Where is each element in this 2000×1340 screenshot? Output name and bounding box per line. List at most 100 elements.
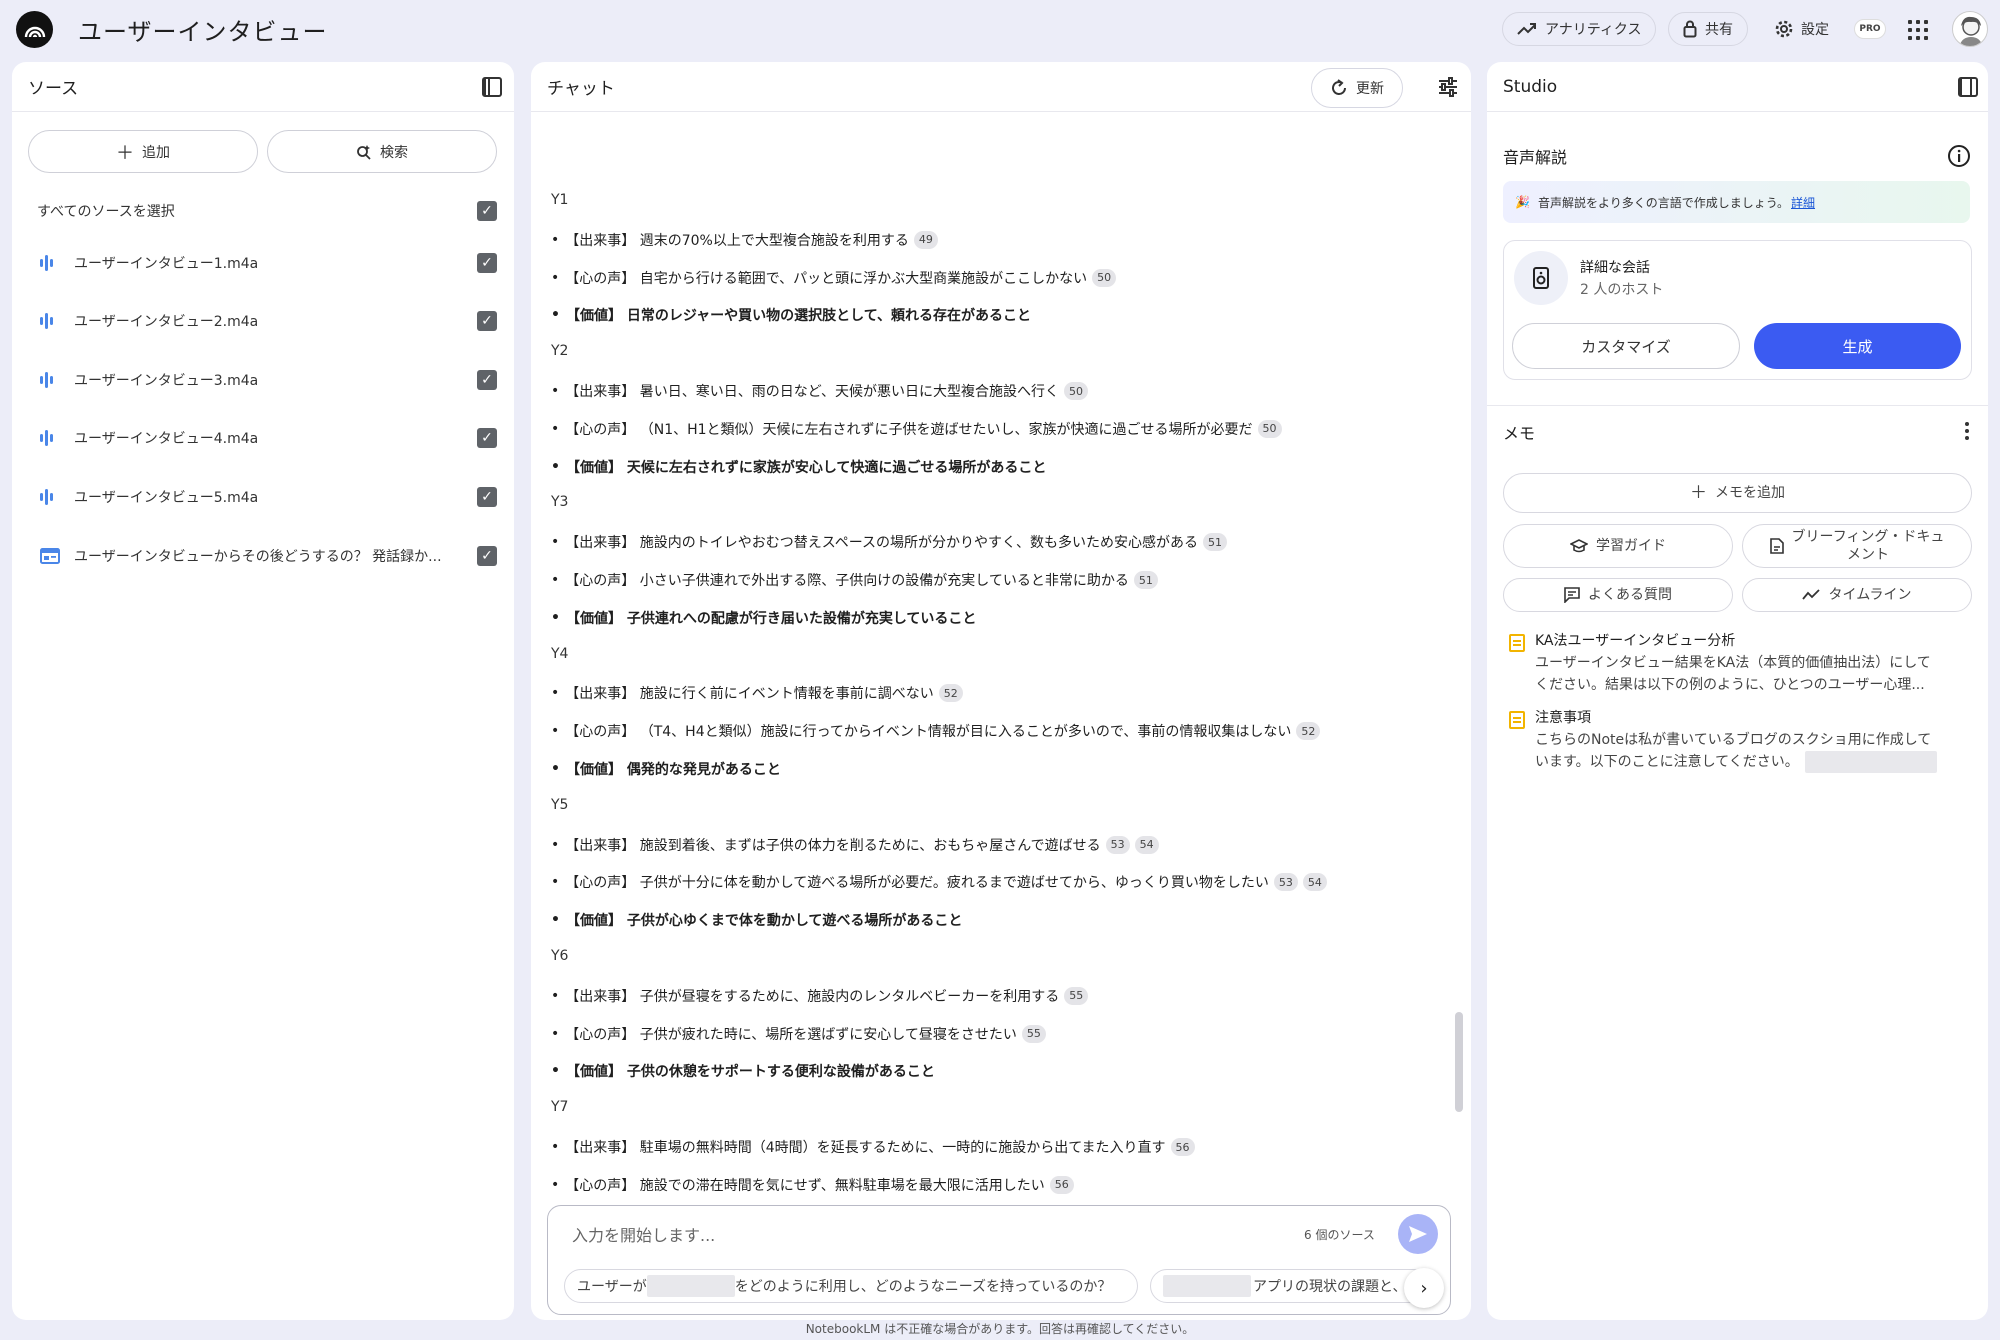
citation-badge[interactable]: 52 — [1296, 722, 1321, 741]
select-all-row[interactable]: すべてのソースを選択 — [37, 198, 497, 224]
timeline-label: タイムライン — [1828, 587, 1912, 603]
source-item-label: ユーザーインタビュー4.m4a — [74, 431, 259, 447]
analytics-button[interactable]: アナリティクス — [1502, 12, 1657, 46]
citation-badge[interactable]: 52 — [938, 684, 963, 703]
citation-badge[interactable]: 53 — [1273, 873, 1298, 892]
line-text: 【心の声】 自宅から行ける範囲で、パッと頭に浮かぶ大型商業施設がここしかない — [565, 270, 1088, 287]
search-source-button[interactable]: 検索 — [267, 130, 497, 173]
suggestion-chip-1[interactable]: ユーザーが をどのように利用し、どのようなニーズを持っているのか？ — [564, 1269, 1138, 1303]
sources-header: ソース — [12, 62, 514, 112]
briefing-line-1: ブリーフィング・ドキュ — [1791, 529, 1945, 545]
collapse-panel-icon[interactable] — [482, 77, 502, 97]
generate-button[interactable]: 生成 — [1754, 323, 1961, 369]
value-line: • 【価値】 日常のレジャーや買い物の選択肢として、頼れる存在があること — [551, 305, 1031, 325]
value-line: • 【価値】 子供連れへの配慮が行き届いた設備が充実していること — [551, 608, 976, 628]
kafu-line: • 【心の声】 施設での滞在時間を気にせず、無料駐車場を最大限に活用したい 56 — [551, 1175, 1074, 1195]
kafu-line: • 【心の声】 自宅から行ける範囲で、パッと頭に浮かぶ大型商業施設がここしかない 5… — [551, 268, 1117, 288]
faq-button[interactable]: よくある質問 — [1503, 578, 1733, 612]
share-label: 共有 — [1705, 22, 1733, 38]
chevron-right-icon[interactable]: › — [1404, 1268, 1444, 1308]
citation-badge[interactable]: 56 — [1049, 1175, 1074, 1194]
memo-note[interactable]: KA法ユーザーインタビュー分析 ユーザーインタビュー結果をKA法（本質的価値抽出… — [1509, 630, 1959, 693]
school-icon — [1570, 539, 1588, 553]
kafu-line: • 【心の声】 （N1、H1と類似）天候に左右されずに子供を遊ばせたいし、家族が快… — [551, 419, 1282, 439]
citation-badge[interactable]: 50 — [1092, 268, 1117, 287]
tune-settings-icon[interactable] — [1437, 76, 1459, 98]
source-checkbox[interactable]: ✓ — [477, 428, 497, 448]
line-text: 【心の声】 子供が十分に体を動かして遊べる場所が必要だ。疲れるまで遊ばせてから、… — [565, 875, 1269, 892]
info-icon[interactable] — [1947, 144, 1971, 168]
bullet: • — [551, 269, 560, 286]
kafu-line: • 【心の声】 子供が疲れた時に、場所を選ばずに安心して昼寝をさせたい 55 — [551, 1024, 1046, 1044]
source-item[interactable]: ユーザーインタビュー1.m4a — [40, 250, 500, 276]
bullet: • — [551, 987, 560, 1004]
audio-file-icon — [40, 253, 60, 273]
source-checkbox[interactable]: ✓ — [477, 487, 497, 507]
avatar[interactable] — [1952, 11, 1988, 47]
line-text: 【出来事】 子供が昼寝をするために、施設内のレンタルベビーカーを利用する — [565, 988, 1060, 1005]
timeline-icon — [1802, 589, 1821, 600]
memo-note[interactable]: 注意事項 こちらのNoteは私が書いているブログのスクショ用に作成して います。… — [1509, 707, 1959, 773]
redacted-block — [1804, 751, 1937, 773]
party-icon: 🎉 — [1515, 195, 1530, 209]
collapse-panel-icon[interactable] — [1958, 77, 1978, 97]
source-checkbox[interactable]: ✓ — [477, 546, 497, 566]
source-checkbox[interactable]: ✓ — [477, 370, 497, 390]
banner-details-link[interactable]: 詳細 — [1791, 194, 1815, 211]
citation-badge[interactable]: 53 — [1105, 835, 1130, 854]
chat-input[interactable]: 入力を開始します... — [572, 1222, 715, 1246]
add-memo-button[interactable]: ＋ メモを追加 — [1503, 473, 1972, 513]
bullet: • — [551, 307, 560, 324]
notebook-title[interactable]: ユーザーインタビュー — [78, 12, 328, 47]
customize-button[interactable]: カスタマイズ — [1512, 323, 1740, 369]
source-item[interactable]: ユーザーインタビューからその後どうするの？ 発話録か... — [40, 543, 500, 569]
source-item[interactable]: ユーザーインタビュー2.m4a — [40, 308, 500, 334]
studio-panel: Studio 音声解説 🎉 音声解説をより多くの言語で作成しましょう。 詳細 詳… — [1487, 62, 1988, 1320]
line-text: 【心の声】 小さい子供連れで外出する際、子供向けの設備が充実していると非常に助か… — [565, 573, 1129, 589]
citation-badge[interactable]: 54 — [1302, 873, 1327, 892]
chat-scrollbar[interactable] — [1455, 1012, 1463, 1112]
settings-button[interactable]: 設定 — [1760, 12, 1844, 46]
citation-badge[interactable]: 54 — [1134, 835, 1159, 854]
source-item[interactable]: ユーザーインタビュー3.m4a — [40, 367, 500, 393]
line-text: 【出来事】 施設到着後、まずは子供の体力を削るために、おもちゃ屋さんで遊ばせる — [565, 837, 1101, 854]
citation-badge[interactable]: 50 — [1257, 419, 1282, 438]
select-all-checkbox[interactable]: ✓ — [477, 201, 497, 221]
notebooklm-logo-icon[interactable] — [16, 11, 53, 48]
source-item[interactable]: ユーザーインタビュー5.m4a — [40, 484, 500, 510]
disclaimer-footer: NotebookLM は不正確な場合があります。回答は再確認してください。 — [805, 1322, 1195, 1336]
bullet: • — [551, 1063, 560, 1080]
apps-grid-icon[interactable] — [1906, 18, 1928, 40]
studio-header: Studio — [1487, 62, 1988, 112]
study-guide-button[interactable]: 学習ガイド — [1503, 524, 1733, 568]
briefing-doc-button[interactable]: ブリーフィング・ドキュ メント — [1742, 524, 1972, 568]
citation-badge[interactable]: 51 — [1203, 533, 1228, 552]
suggestion-chip-2[interactable]: アプリの現状の課題と、 — [1150, 1269, 1430, 1303]
line-text: 【価値】 偶発的な発見があること — [565, 762, 781, 778]
source-checkbox[interactable]: ✓ — [477, 253, 497, 273]
add-source-label: 追加 — [142, 144, 170, 161]
section-label: Y4 — [551, 645, 569, 662]
section-label: Y3 — [551, 494, 569, 511]
refresh-button[interactable]: 更新 — [1311, 68, 1403, 108]
send-button[interactable] — [1398, 1214, 1438, 1254]
note-body-line: ユーザーインタビュー結果をKA法（本質的価値抽出法）にして — [1535, 655, 1931, 671]
line-text: 【価値】 子供の休憩をサポートする便利な設備があること — [565, 1064, 935, 1081]
more-vert-icon[interactable] — [1965, 422, 1969, 440]
share-button[interactable]: 共有 — [1668, 12, 1748, 46]
source-item[interactable]: ユーザーインタビュー4.m4a — [40, 425, 500, 451]
source-checkbox[interactable]: ✓ — [477, 311, 497, 331]
web-page-icon — [40, 546, 60, 566]
source-item-label: ユーザーインタビュー3.m4a — [74, 373, 259, 389]
citation-badge[interactable]: 55 — [1021, 1024, 1046, 1043]
citation-badge[interactable]: 49 — [913, 230, 938, 249]
citation-badge[interactable]: 55 — [1064, 986, 1089, 1005]
citation-badge[interactable]: 50 — [1064, 382, 1089, 400]
citation-badge[interactable]: 56 — [1170, 1138, 1195, 1156]
refresh-label: 更新 — [1356, 81, 1384, 97]
lock-icon — [1683, 20, 1697, 38]
chat-input-box[interactable]: 入力を開始します... 6 個のソース ユーザーが をどのように利用し、どのよう… — [547, 1205, 1451, 1315]
timeline-button[interactable]: タイムライン — [1742, 578, 1972, 612]
add-source-button[interactable]: ＋ 追加 — [28, 130, 258, 173]
citation-badge[interactable]: 51 — [1133, 571, 1158, 589]
